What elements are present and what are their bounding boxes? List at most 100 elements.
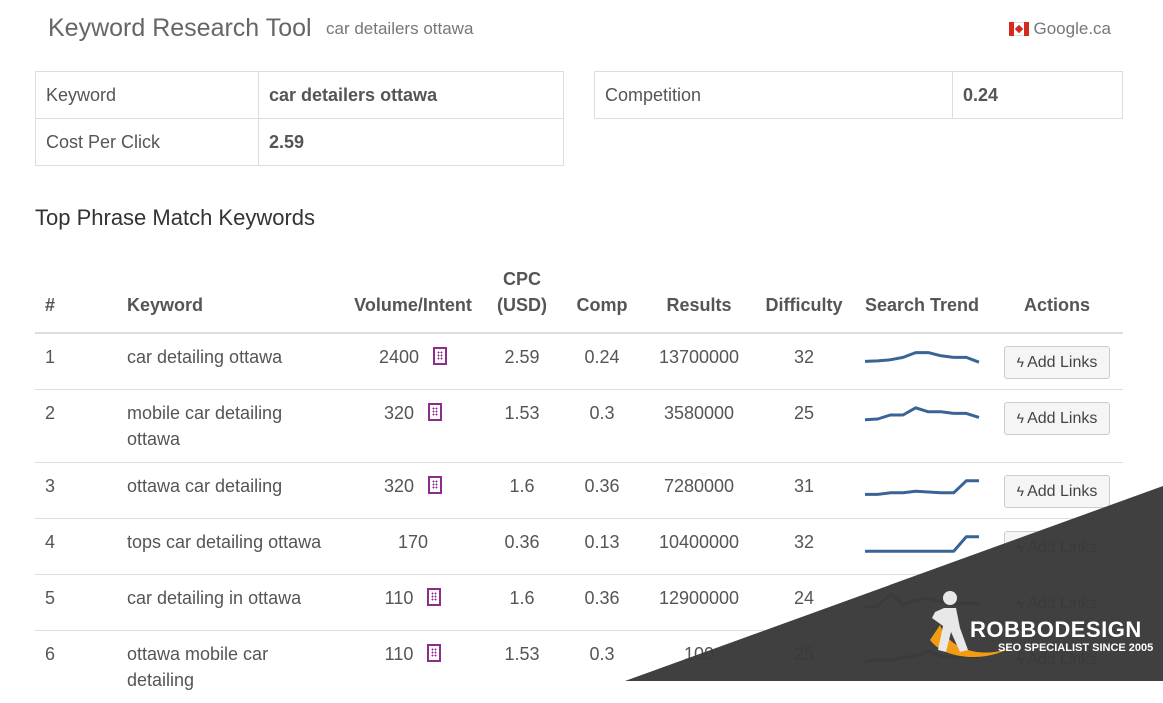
col-header-results[interactable]: Results [643, 250, 755, 333]
col-header-cpc[interactable]: CPC(USD) [483, 250, 561, 333]
row-number: 5 [35, 575, 117, 631]
add-links-button[interactable]: ϟAdd Links [1004, 475, 1111, 508]
row-actions: ϟAdd Links [991, 463, 1123, 519]
add-links-label: Add Links [1027, 483, 1097, 500]
keyword-value: car detailers ottawa [259, 72, 564, 119]
sparkline-line [865, 537, 979, 551]
bolt-icon: ϟ [1017, 483, 1024, 499]
sparkline-chart [864, 478, 980, 498]
sparkline-chart [864, 590, 980, 610]
sparkline-line [865, 651, 979, 662]
row-actions: ϟAdd Links [991, 333, 1123, 390]
commercial-intent-icon [428, 403, 442, 421]
col-header-trend: Search Trend [853, 250, 991, 333]
row-actions: ϟAdd Links [991, 390, 1123, 463]
sparkline-line [865, 481, 979, 495]
row-difficulty: 25 [755, 390, 853, 463]
commercial-intent-icon [427, 588, 441, 606]
sparkline-line [865, 353, 979, 363]
bolt-icon: ϟ [1017, 410, 1024, 426]
col-header-actions: Actions [991, 250, 1123, 333]
row-difficulty: 24 [755, 575, 853, 631]
table-row: 2mobile car detailing ottawa3201.530.335… [35, 390, 1123, 463]
row-volume-value: 110 [385, 588, 414, 608]
row-results: 100 [643, 631, 755, 703]
commercial-intent-icon [428, 476, 442, 494]
row-volume-value: 170 [398, 532, 428, 552]
row-keyword: ottawa mobile car detailing [117, 631, 343, 703]
row-actions: ϟAdd Links [991, 519, 1123, 575]
table-row: 6ottawa mobile car detailing 110 1.530.310… [35, 631, 1123, 703]
row-results: 3580000 [643, 390, 755, 463]
add-links-button[interactable]: ϟAdd Links [1004, 587, 1111, 620]
add-links-label: Add Links [1027, 539, 1097, 556]
row-difficulty: 32 [755, 333, 853, 390]
search-engine[interactable]: Google.ca [1009, 19, 1112, 39]
add-links-button[interactable]: ϟAdd Links [1004, 346, 1111, 379]
row-volume: 320 [343, 390, 483, 463]
keywords-table: # Keyword Volume/Intent CPC(USD) Comp Re… [35, 250, 1123, 703]
row-volume: 2400 [343, 333, 483, 390]
row-number: 2 [35, 390, 117, 463]
row-volume: 110 [343, 575, 483, 631]
table-header-row: # Keyword Volume/Intent CPC(USD) Comp Re… [35, 250, 1123, 333]
row-cpc: 1.6 [483, 575, 561, 631]
commercial-intent-icon [427, 644, 441, 662]
cpc-label: Cost Per Click [36, 119, 259, 166]
row-number: 4 [35, 519, 117, 575]
table-row: 3ottawa car detailing3201.60.36728000031… [35, 463, 1123, 519]
sparkline-chart [864, 646, 980, 666]
row-cpc: 2.59 [483, 333, 561, 390]
bolt-icon: ϟ [1017, 539, 1024, 555]
row-keyword: car detailing in ottawa [117, 575, 343, 631]
row-difficulty: 31 [755, 463, 853, 519]
row-comp: 0.36 [561, 463, 643, 519]
table-row: 4tops car detailing ottawa1700.360.13104… [35, 519, 1123, 575]
row-keyword: mobile car detailing ottawa [117, 390, 343, 463]
row-volume: 320 [343, 463, 483, 519]
sparkline-line [865, 408, 979, 420]
bolt-icon: ϟ [1017, 595, 1024, 611]
row-number: 6 [35, 631, 117, 703]
row-comp: 0.3 [561, 631, 643, 703]
table-row: 5car detailing in ottawa1101.60.36129000… [35, 575, 1123, 631]
row-keyword: ottawa car detailing [117, 463, 343, 519]
sparkline-line [865, 594, 979, 607]
table-row: 1car detailing ottawa24002.590.241370000… [35, 333, 1123, 390]
sparkline-chart [864, 534, 980, 554]
competition-summary-table: Competition 0.24 [594, 71, 1123, 119]
search-engine-label: Google.ca [1034, 19, 1112, 39]
section-title: Top Phrase Match Keywords [35, 205, 315, 231]
col-header-keyword[interactable]: Keyword [117, 250, 343, 333]
col-header-cpc-line2: (USD) [497, 295, 547, 315]
search-query: car detailers ottawa [326, 19, 473, 39]
sparkline-chart [864, 405, 980, 425]
add-links-label: Add Links [1027, 595, 1097, 612]
row-search-trend [853, 333, 991, 390]
row-difficulty: 25 [755, 631, 853, 703]
row-cpc: 0.36 [483, 519, 561, 575]
app-title: Keyword Research Tool [48, 14, 312, 43]
row-results: 13700000 [643, 333, 755, 390]
add-links-button[interactable]: ϟAdd Links [1004, 531, 1111, 564]
row-results: 12900000 [643, 575, 755, 631]
canada-flag-icon [1009, 22, 1029, 36]
row-search-trend [853, 519, 991, 575]
row-comp: 0.24 [561, 333, 643, 390]
row-comp: 0.3 [561, 390, 643, 463]
row-volume-value: 110 [385, 644, 414, 664]
col-header-comp[interactable]: Comp [561, 250, 643, 333]
sparkline-chart [864, 349, 980, 369]
row-cpc: 1.53 [483, 631, 561, 703]
row-results: 7280000 [643, 463, 755, 519]
page-header: Keyword Research Tool car detailers otta… [0, 0, 1163, 60]
col-header-volume[interactable]: Volume/Intent [343, 250, 483, 333]
add-links-button[interactable]: ϟAdd Links [1004, 402, 1111, 435]
row-volume-value: 320 [384, 403, 414, 423]
keyword-label: Keyword [36, 72, 259, 119]
col-header-difficulty[interactable]: Difficulty [755, 250, 853, 333]
row-cpc: 1.6 [483, 463, 561, 519]
add-links-label: Add Links [1027, 410, 1097, 427]
col-header-num[interactable]: # [35, 250, 117, 333]
row-difficulty: 32 [755, 519, 853, 575]
